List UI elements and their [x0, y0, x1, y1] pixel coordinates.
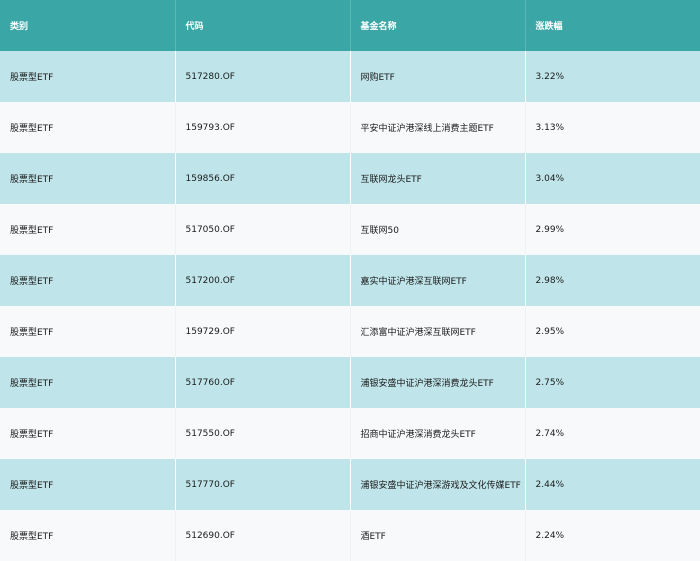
fund-name-cell: 互联网50	[350, 204, 526, 255]
category-cell: 股票型ETF	[0, 255, 176, 306]
change-cell: 2.99%	[525, 204, 700, 255]
table-row[interactable]: 股票型ETF 517280.OF 网购ETF 3.22%	[0, 51, 700, 102]
code-cell: 512690.OF	[175, 510, 351, 561]
table-row[interactable]: 股票型ETF 512690.OF 酒ETF 2.24%	[0, 510, 700, 561]
table-row[interactable]: 股票型ETF 159793.OF 平安中证沪港深线上消费主题ETF 3.13%	[0, 102, 700, 153]
table-row[interactable]: 股票型ETF 517770.OF 浦银安盛中证沪港深游戏及文化传媒ETF 2.44%	[0, 459, 700, 510]
fund-name-cell: 浦银安盛中证沪港深消费龙头ETF	[350, 357, 526, 408]
category-cell: 股票型ETF	[0, 51, 176, 102]
table-row[interactable]: 股票型ETF 517050.OF 互联网50 2.99%	[0, 204, 700, 255]
table-row[interactable]: 股票型ETF 159856.OF 互联网龙头ETF 3.04%	[0, 153, 700, 204]
column-header-fund-name[interactable]: 基金名称	[350, 0, 526, 51]
change-cell: 3.04%	[535, 173, 565, 184]
change-cell: 2.98%	[535, 275, 565, 286]
change-cell: 3.13%	[525, 102, 700, 153]
fund-name-cell: 嘉实中证沪港深互联网ETF	[350, 255, 526, 306]
category-cell: 股票型ETF	[0, 153, 176, 204]
fund-table: 类别 代码 基金名称 涨跌幅 股票型ETF 517280.OF 网购ETF 3.22%…	[0, 0, 700, 561]
table-header: 类别 代码 基金名称 涨跌幅	[0, 0, 700, 51]
fund-name-cell: 互联网龙头ETF	[350, 153, 526, 204]
table-body: 股票型ETF 517280.OF 网购ETF 3.22% 股票型ETF 159793.OF…	[0, 51, 700, 561]
fund-name-cell: 平安中证沪港深线上消费主题ETF	[350, 102, 526, 153]
fund-name-cell: 招商中证沪港深消费龙头ETF	[350, 408, 526, 459]
table-row[interactable]: 股票型ETF 159729.OF 汇添富中证沪港深互联网ETF 2.95%	[0, 306, 700, 357]
table-row[interactable]: 股票型ETF 517550.OF 招商中证沪港深消费龙头ETF 2.74%	[0, 408, 700, 459]
category-cell: 股票型ETF	[0, 102, 176, 153]
table-row[interactable]: 股票型ETF 517200.OF 嘉实中证沪港深互联网ETF 2.98%	[0, 255, 700, 306]
fund-name-cell: 浦银安盛中证沪港深游戏及文化传媒ETF	[350, 459, 526, 510]
category-cell: 股票型ETF	[0, 204, 176, 255]
table-row[interactable]: 股票型ETF 517760.OF 浦银安盛中证沪港深消费龙头ETF 2.75%	[0, 357, 700, 408]
change-cell: 2.74%	[525, 408, 700, 459]
code-cell: 517280.OF	[175, 51, 351, 102]
category-cell: 股票型ETF	[0, 408, 176, 459]
change-cell: 2.44%	[535, 479, 565, 490]
code-cell: 517050.OF	[175, 204, 351, 255]
category-cell: 股票型ETF	[0, 459, 176, 510]
code-cell: 159856.OF	[175, 153, 351, 204]
code-cell: 517200.OF	[175, 255, 351, 306]
code-cell: 517770.OF	[175, 459, 351, 510]
category-cell: 股票型ETF	[0, 357, 176, 408]
code-cell: 517760.OF	[175, 357, 351, 408]
fund-name-cell: 汇添富中证沪港深互联网ETF	[350, 306, 526, 357]
code-cell: 517550.OF	[175, 408, 351, 459]
change-cell: 2.95%	[525, 306, 700, 357]
column-header-change[interactable]: 涨跌幅	[525, 0, 700, 51]
change-cell: 3.22%	[535, 71, 565, 82]
change-cell: 2.75%	[535, 377, 565, 388]
category-cell: 股票型ETF	[0, 510, 176, 561]
fund-name-cell: 网购ETF	[350, 51, 526, 102]
code-cell: 159793.OF	[175, 102, 351, 153]
column-header-category[interactable]: 类别	[0, 0, 176, 51]
column-header-code[interactable]: 代码	[175, 0, 351, 51]
fund-name-cell: 酒ETF	[350, 510, 526, 561]
category-cell: 股票型ETF	[0, 306, 176, 357]
header-row: 类别 代码 基金名称 涨跌幅	[0, 0, 700, 51]
code-cell: 159729.OF	[175, 306, 351, 357]
change-cell: 2.24%	[525, 510, 700, 561]
